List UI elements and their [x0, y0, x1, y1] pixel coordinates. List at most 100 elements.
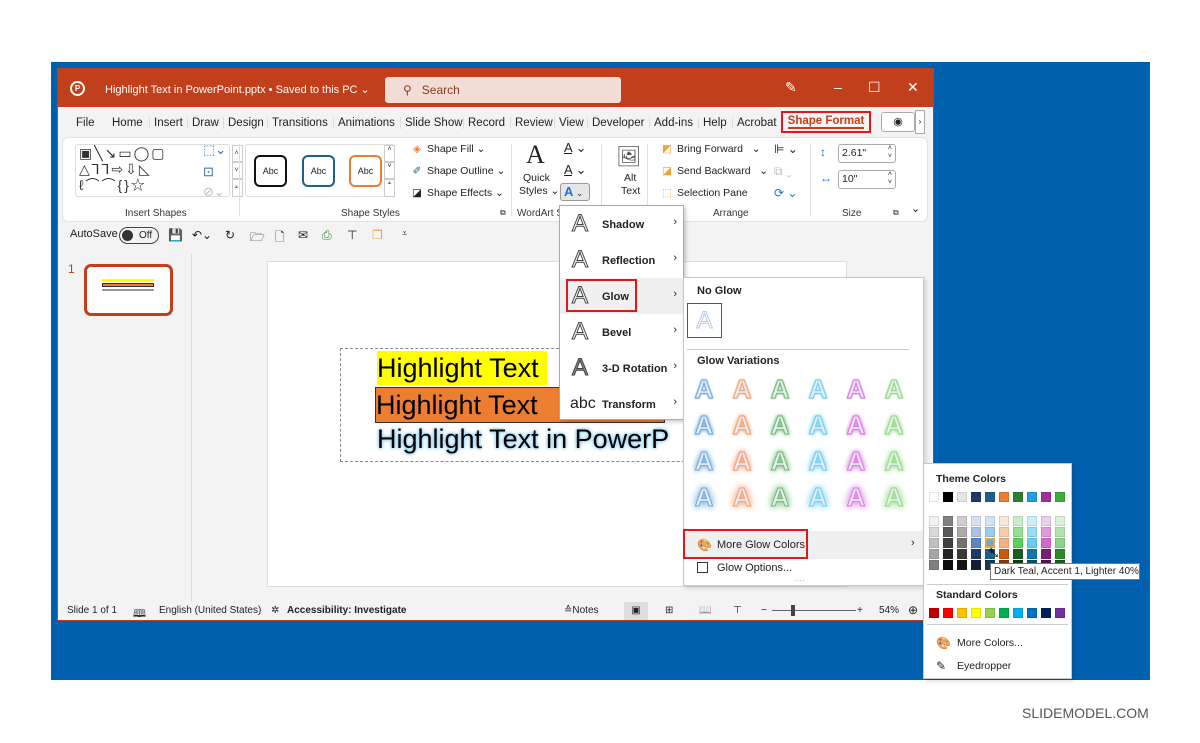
- customize-qat-icon[interactable]: ⩡: [402, 228, 407, 239]
- theme-shade-swatch[interactable]: [929, 560, 939, 570]
- menu-item-transform[interactable]: abc Transform ›: [560, 386, 683, 422]
- text-effects-button[interactable]: A ⌄: [560, 183, 590, 201]
- menu-item-reflection[interactable]: A Reflection ›: [560, 242, 683, 278]
- theme-shade-swatch[interactable]: [1055, 538, 1065, 548]
- shape-styles-gallery[interactable]: Abc Abc Abc ˄ ˅ ⩡: [245, 144, 395, 197]
- language[interactable]: English (United States): [159, 605, 261, 616]
- pen-icon[interactable]: ✎: [785, 79, 797, 96]
- standard-color-swatch[interactable]: [1027, 608, 1037, 618]
- shape-effects-button[interactable]: ◪ Shape Effects ⌄: [410, 187, 504, 199]
- tab-home[interactable]: Home: [112, 117, 143, 129]
- theme-shade-swatch[interactable]: [957, 516, 967, 526]
- collapse-ribbon-icon[interactable]: ⌄: [911, 202, 920, 215]
- glow-variation[interactable]: A: [803, 373, 833, 408]
- theme-shade-swatch[interactable]: [957, 538, 967, 548]
- glow-variation[interactable]: A: [841, 481, 871, 516]
- theme-shade-swatch[interactable]: [1055, 527, 1065, 537]
- theme-color-swatch[interactable]: [957, 492, 967, 502]
- maximize-button[interactable]: ☐: [868, 79, 881, 96]
- print-icon[interactable]: ⎙: [322, 228, 332, 243]
- glow-text[interactable]: Highlight Text in PowerP: [377, 422, 669, 456]
- theme-shade-swatch[interactable]: [985, 527, 995, 537]
- slide-sorter-icon[interactable]: ⊞: [665, 605, 673, 616]
- shape-fill-button[interactable]: ◈ Shape Fill ⌄: [410, 143, 485, 155]
- glow-variation[interactable]: A: [841, 409, 871, 444]
- glow-variation[interactable]: A: [689, 445, 719, 480]
- gallery-expand[interactable]: ⩡: [232, 179, 243, 197]
- document-title[interactable]: Highlight Text in PowerPoint.pptx • Save…: [105, 83, 370, 96]
- tab-insert[interactable]: Insert: [149, 117, 183, 129]
- theme-shade-swatch[interactable]: [943, 549, 953, 559]
- alt-text-icon[interactable]: 🖼: [616, 144, 641, 169]
- merge-shapes-icon[interactable]: ⊘⌄: [203, 184, 225, 200]
- theme-shade-swatch[interactable]: [1041, 538, 1051, 548]
- alt-text-label1[interactable]: Alt: [624, 172, 636, 184]
- accessibility-icon[interactable]: ✲: [271, 605, 279, 616]
- theme-shade-swatch[interactable]: [943, 560, 953, 570]
- theme-color-swatch[interactable]: [1027, 492, 1037, 502]
- tab-shape-format[interactable]: Shape Format: [781, 111, 871, 133]
- slide-thumbnail[interactable]: [84, 264, 173, 316]
- glow-variation[interactable]: A: [689, 409, 719, 444]
- glow-variation[interactable]: A: [879, 445, 909, 480]
- present-icon[interactable]: ⊤: [347, 228, 357, 242]
- theme-shade-swatch[interactable]: [971, 538, 981, 548]
- theme-color-swatch[interactable]: [1041, 492, 1051, 502]
- align-icon[interactable]: ⊫ ⌄: [774, 142, 798, 156]
- glow-variation[interactable]: A: [727, 445, 757, 480]
- theme-shade-swatch[interactable]: [999, 516, 1009, 526]
- gallery-scroll-up[interactable]: ˄: [232, 145, 243, 162]
- redo-icon[interactable]: ↻: [225, 228, 235, 242]
- tab-review[interactable]: Review: [510, 117, 553, 129]
- standard-color-swatch[interactable]: [957, 608, 967, 618]
- theme-shade-swatch[interactable]: [1041, 549, 1051, 559]
- tab-design[interactable]: Design: [223, 117, 264, 129]
- styles-scroll-down[interactable]: ˅: [384, 162, 395, 179]
- theme-shade-swatch[interactable]: [943, 516, 953, 526]
- menu-item-3d-rotation[interactable]: A 3-D Rotation ›: [560, 350, 683, 386]
- glow-variation[interactable]: A: [879, 373, 909, 408]
- theme-color-swatch[interactable]: [985, 492, 995, 502]
- standard-color-swatch[interactable]: [1055, 608, 1065, 618]
- theme-shade-swatch[interactable]: [971, 527, 981, 537]
- theme-color-swatch[interactable]: [1055, 492, 1065, 502]
- standard-color-swatch[interactable]: [929, 608, 939, 618]
- zoom-slider-thumb[interactable]: [791, 605, 795, 616]
- quick-styles-label2[interactable]: Styles ⌄: [519, 185, 559, 197]
- zoom-out-button[interactable]: −: [761, 605, 767, 616]
- theme-shade-swatch[interactable]: [943, 527, 953, 537]
- more-colors-item[interactable]: More Colors...: [957, 637, 1023, 649]
- close-button[interactable]: ✕: [907, 79, 919, 96]
- theme-shade-swatch[interactable]: [1041, 527, 1051, 537]
- alt-text-label2[interactable]: Text: [621, 185, 640, 197]
- selection-pane-button[interactable]: ⬚ Selection Pane: [660, 187, 748, 199]
- theme-shade-swatch[interactable]: [1013, 538, 1023, 548]
- tab-help[interactable]: Help: [698, 117, 727, 129]
- glow-variation[interactable]: A: [727, 373, 757, 408]
- styles-expand[interactable]: ⩡: [384, 179, 395, 197]
- theme-shade-swatch[interactable]: [957, 527, 967, 537]
- styles-scroll-up[interactable]: ˄: [384, 145, 395, 162]
- theme-shade-swatch[interactable]: [1013, 527, 1023, 537]
- spelling-icon[interactable]: 🕮: [133, 605, 146, 624]
- new-icon[interactable]: 🗋: [275, 228, 285, 249]
- theme-color-swatch[interactable]: [943, 492, 953, 502]
- theme-shade-swatch[interactable]: [971, 516, 981, 526]
- tab-record[interactable]: Record: [463, 117, 505, 129]
- menu-item-glow[interactable]: A Glow ›: [560, 278, 683, 314]
- glow-variation[interactable]: A: [879, 481, 909, 516]
- ribbon-scroll-right[interactable]: ›: [915, 110, 925, 134]
- style-blue[interactable]: Abc: [302, 155, 335, 187]
- theme-color-swatch[interactable]: [1013, 492, 1023, 502]
- record-button[interactable]: ◉: [881, 112, 915, 132]
- bring-forward-button[interactable]: ◩ Bring Forward ⌄: [660, 143, 760, 155]
- quick-styles-label1[interactable]: Quick: [523, 172, 550, 184]
- glow-variation[interactable]: A: [879, 409, 909, 444]
- tab-file[interactable]: File: [76, 117, 95, 129]
- text-box-icon[interactable]: ⊡: [203, 164, 214, 180]
- resize-grip[interactable]: ····: [794, 576, 805, 585]
- glow-variation[interactable]: A: [803, 445, 833, 480]
- theme-shade-swatch[interactable]: [929, 549, 939, 559]
- glow-variation[interactable]: A: [803, 409, 833, 444]
- standard-color-swatch[interactable]: [999, 608, 1009, 618]
